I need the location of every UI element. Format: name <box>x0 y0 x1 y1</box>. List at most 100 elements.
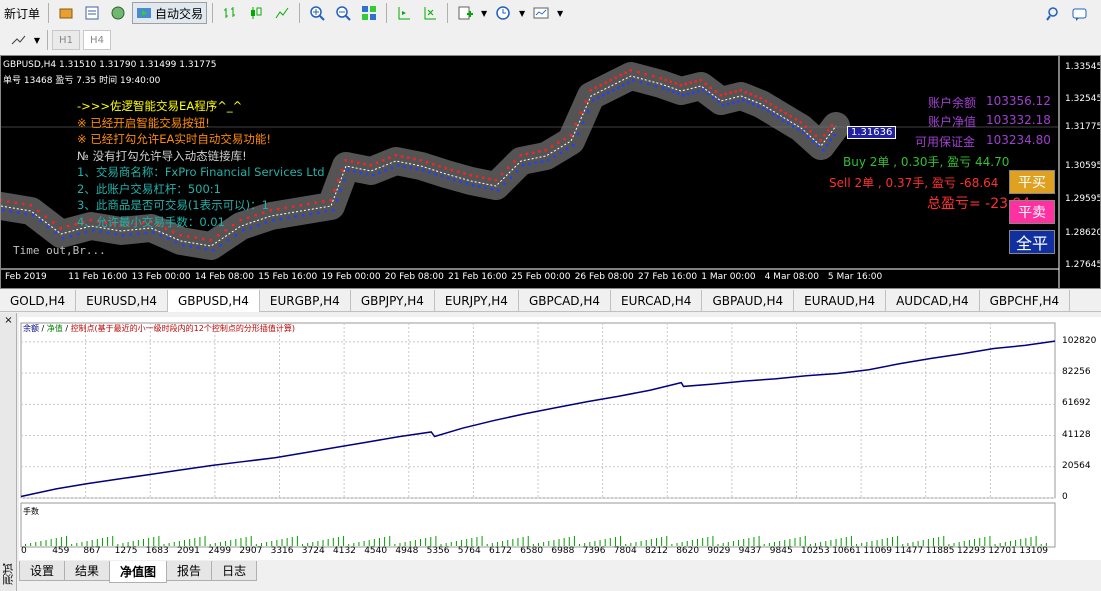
chevron-down-icon[interactable]: ▼ <box>479 2 489 24</box>
price-chart-window[interactable]: GBPUSD,H4 1.31510 1.31790 1.31499 1.3177… <box>0 55 1101 289</box>
time-tick-label: 25 Feb 00:00 <box>511 272 571 282</box>
buy-marker <box>727 102 730 106</box>
timeframe-h4-button[interactable]: H4 <box>83 30 111 50</box>
symbol-tab[interactable]: GBPCAD,H4 <box>519 289 612 312</box>
buy-marker <box>99 230 102 233</box>
market-watch-icon[interactable] <box>54 2 78 24</box>
buy-marker <box>732 101 735 104</box>
tester-tab[interactable]: 报告 <box>166 561 213 581</box>
symbol-tab[interactable]: EURAUD,H4 <box>794 289 887 312</box>
chevron-down-icon[interactable]: ▼ <box>517 2 527 24</box>
current-price-label: 1.31636 <box>847 126 897 139</box>
new-order-button[interactable]: 新订单 <box>1 2 43 24</box>
equity-x-tick: 8212 <box>645 546 668 556</box>
sell-marker <box>67 225 70 228</box>
close-icon[interactable]: × <box>3 316 14 327</box>
sell-marker <box>599 84 602 87</box>
close-sell-button[interactable]: 平卖 <box>1009 200 1055 224</box>
buy-marker <box>107 231 110 234</box>
toolbar-separator <box>47 30 48 50</box>
periods-clock-icon[interactable] <box>491 2 515 24</box>
lots-bar <box>337 537 339 546</box>
close-all-button[interactable]: 全平 <box>1009 230 1055 254</box>
lots-bar <box>933 538 935 546</box>
buy-marker <box>812 140 815 143</box>
lots-bar <box>296 536 298 546</box>
buy-marker <box>509 176 512 179</box>
symbol-tab[interactable]: GBPJPY,H4 <box>351 289 435 312</box>
buy-marker <box>384 169 387 172</box>
time-tick-label: 4 Mar 08:00 <box>764 272 819 282</box>
line-chart-icon[interactable] <box>270 2 294 24</box>
tester-tab[interactable]: 设置 <box>19 561 66 581</box>
zoom-in-icon[interactable] <box>305 2 329 24</box>
symbol-tab[interactable]: AUDCAD,H4 <box>886 289 980 312</box>
add-indicator-icon[interactable] <box>453 2 477 24</box>
chevron-down-icon[interactable]: ▼ <box>555 2 565 24</box>
buy-marker <box>712 96 715 99</box>
buy-marker <box>757 105 760 108</box>
search-icon[interactable] <box>1042 3 1066 25</box>
symbol-tab[interactable]: EURGBP,H4 <box>260 289 351 312</box>
lots-bar <box>548 541 550 546</box>
lots-bar <box>850 536 852 546</box>
buy-marker <box>227 239 230 242</box>
sell-marker <box>784 112 787 115</box>
chevron-down-icon[interactable]: ▼ <box>32 29 42 51</box>
symbol-tab[interactable]: EURCAD,H4 <box>611 289 703 312</box>
symbol-tab[interactable]: GOLD,H4 <box>0 289 77 312</box>
auto-scroll-icon[interactable] <box>418 2 442 24</box>
price-tick-label: 1.32545 <box>1065 94 1101 104</box>
sell-marker <box>739 89 742 92</box>
sell-marker <box>202 237 205 241</box>
equity-x-tick: 12701 <box>988 546 1017 556</box>
buy-marker <box>54 231 57 234</box>
lots-bar <box>938 537 940 546</box>
equity-x-tick: 13109 <box>1019 546 1049 556</box>
chart-shift-icon[interactable] <box>392 2 416 24</box>
tile-windows-icon[interactable] <box>357 2 381 24</box>
sell-marker <box>388 156 391 159</box>
symbol-tab[interactable]: GBPUSD,H4 <box>167 289 260 312</box>
symbol-tab[interactable]: EURUSD,H4 <box>76 289 168 312</box>
lots-bar <box>96 539 98 546</box>
lots-frame <box>20 502 1056 548</box>
data-window-icon[interactable] <box>80 2 104 24</box>
close-buy-button[interactable]: 平买 <box>1009 170 1055 194</box>
timeout-message: Time out,Br... <box>13 244 106 257</box>
buy-marker <box>797 128 800 131</box>
candlestick-icon[interactable] <box>244 2 268 24</box>
tester-tab[interactable]: 净值图 <box>109 561 168 583</box>
lots-bar <box>286 538 288 546</box>
buy-marker <box>490 187 494 191</box>
sell-marker <box>438 165 441 168</box>
crosshair-tools-icon[interactable] <box>6 29 30 51</box>
lots-label: 手数 <box>23 507 39 516</box>
zoom-out-icon[interactable] <box>331 2 355 24</box>
sell-marker <box>22 202 25 206</box>
buy-marker <box>677 92 680 95</box>
tester-tab[interactable]: 结果 <box>64 561 111 581</box>
auto-trade-button[interactable]: 自动交易 <box>132 2 208 24</box>
lots-bar <box>266 542 268 546</box>
templates-icon[interactable] <box>529 2 553 24</box>
buy-marker <box>787 122 790 125</box>
lots-bar <box>974 539 976 546</box>
tester-tab[interactable]: 日志 <box>211 561 258 581</box>
buy-marker <box>403 165 406 168</box>
lots-bar <box>107 537 109 546</box>
buy-marker <box>792 125 795 128</box>
sell-marker <box>307 202 310 206</box>
symbol-tab[interactable]: EURJPY,H4 <box>435 289 519 312</box>
chat-icon[interactable] <box>1068 3 1092 25</box>
timeframe-h1-button[interactable]: H1 <box>52 30 80 50</box>
bar-chart-icon[interactable] <box>218 2 242 24</box>
buy-marker <box>9 210 12 213</box>
lots-bar <box>666 536 668 546</box>
navigator-icon[interactable] <box>106 2 130 24</box>
symbol-tab[interactable]: GBPAUD,H4 <box>702 289 795 312</box>
lots-bar <box>55 538 57 546</box>
symbol-tab[interactable]: GBPCHF,H4 <box>980 289 1071 312</box>
sell-marker <box>637 71 640 74</box>
lots-bar <box>558 539 560 546</box>
